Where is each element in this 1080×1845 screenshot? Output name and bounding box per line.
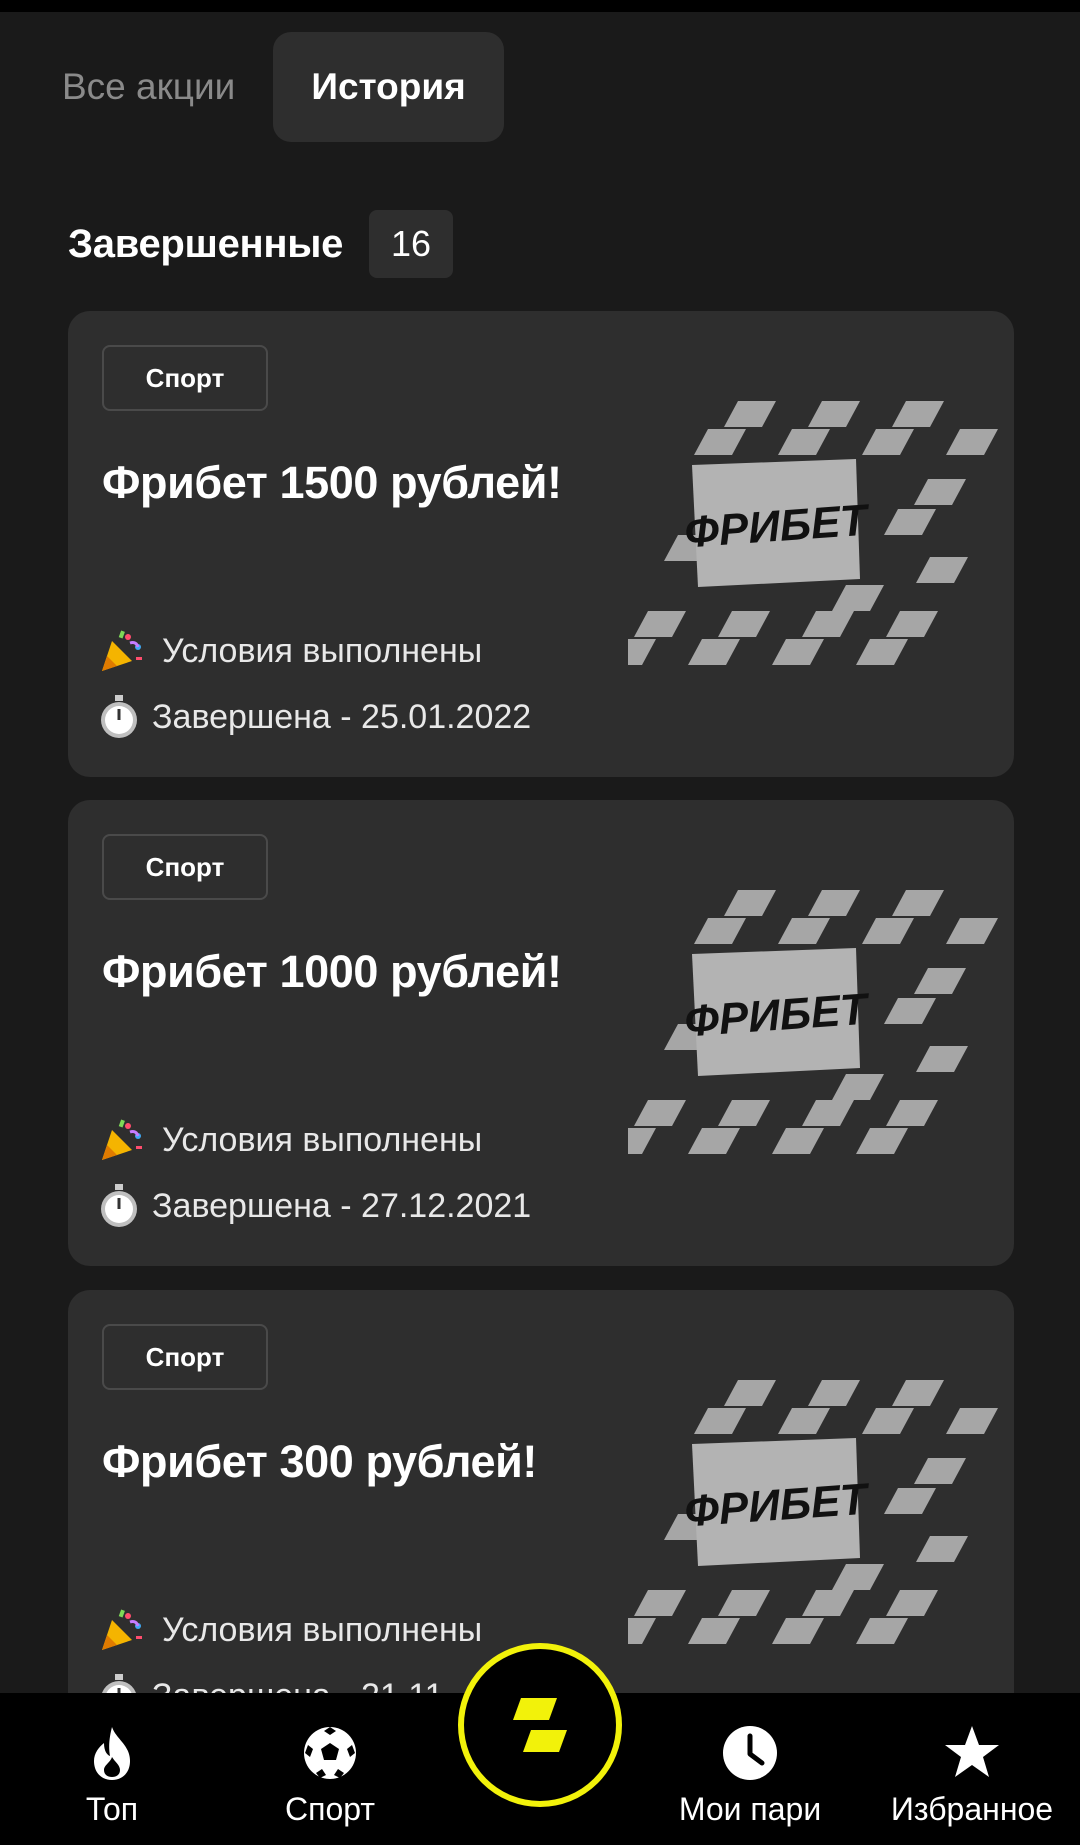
section-title: Завершенные <box>68 221 344 266</box>
ended-date-text: Завершена - 25.01.2022 <box>152 697 532 736</box>
nav-label: Мои пари <box>678 1791 822 1827</box>
promo-card[interactable]: Спорт Фрибет 1500 рублей! Условия выполн… <box>68 311 1014 777</box>
status-row: Условия выполнены <box>98 1116 482 1164</box>
nav-item-favorites[interactable]: Избранное <box>884 1693 1060 1845</box>
clock-icon <box>723 1726 777 1780</box>
soccer-ball-icon <box>304 1727 356 1779</box>
nav-item-top[interactable]: Топ <box>72 1693 152 1845</box>
flame-icon <box>94 1727 130 1780</box>
ended-row: Завершена - 25.01.2022 <box>98 693 531 741</box>
nav-label: Топ <box>85 1791 139 1827</box>
completed-section-header: Завершенные 16 <box>68 210 454 278</box>
nav-label: Спорт <box>285 1791 375 1827</box>
tab-history[interactable]: История <box>273 32 504 142</box>
count-badge: 16 <box>369 210 454 278</box>
promo-title: Фрибет 300 рублей! <box>102 1436 537 1487</box>
promo-card[interactable]: Спорт Фрибет 1000 рублей! Условия выполн… <box>68 800 1014 1266</box>
party-popper-icon <box>98 627 146 675</box>
status-row: Условия выполнены <box>98 1606 482 1654</box>
freebet-banner-art: ФРИБЕТ <box>628 890 998 1154</box>
ended-row: Завершена - 27.12.2021 <box>98 1182 531 1230</box>
stopwatch-icon <box>98 693 140 741</box>
ended-date-text: Завершена - 27.12.2021 <box>152 1186 532 1225</box>
category-chip: Спорт <box>102 345 268 411</box>
category-chip: Спорт <box>102 1324 268 1390</box>
nav-item-my-bets[interactable]: Мои пари <box>672 1693 828 1845</box>
status-text: Условия выполнены <box>162 631 483 670</box>
promo-title: Фрибет 1000 рублей! <box>102 946 562 997</box>
freebet-banner-art: ФРИБЕТ <box>628 401 998 665</box>
center-home-button[interactable] <box>458 1643 622 1807</box>
nav-label: Избранное <box>890 1791 1054 1827</box>
nav-item-sport[interactable]: Спорт <box>275 1693 385 1845</box>
status-text: Условия выполнены <box>162 1610 483 1649</box>
promo-title: Фрибет 1500 рублей! <box>102 457 562 508</box>
promo-tabs: Все акции История <box>42 32 504 142</box>
star-icon <box>945 1726 999 1777</box>
brand-logo-icon <box>513 1698 567 1752</box>
category-chip: Спорт <box>102 834 268 900</box>
party-popper-icon <box>98 1606 146 1654</box>
status-text: Условия выполнены <box>162 1120 483 1159</box>
status-row: Условия выполнены <box>98 627 482 675</box>
stopwatch-icon <box>98 1182 140 1230</box>
party-popper-icon <box>98 1116 146 1164</box>
status-bar-strip <box>0 0 1080 12</box>
freebet-banner-art: ФРИБЕТ <box>628 1380 998 1644</box>
tab-all-promotions[interactable]: Все акции <box>42 32 273 142</box>
